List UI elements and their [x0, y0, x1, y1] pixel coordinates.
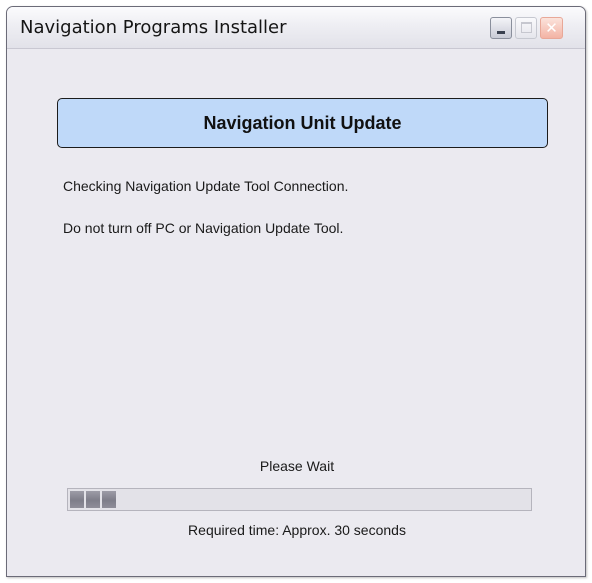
close-button[interactable]: ✕: [540, 17, 563, 39]
progress-block: [102, 491, 116, 508]
window-title: Navigation Programs Installer: [20, 17, 287, 38]
progress-bar: [67, 488, 532, 511]
minimize-icon: [497, 31, 505, 34]
close-icon: ✕: [545, 19, 558, 37]
update-banner: Navigation Unit Update: [57, 98, 548, 148]
maximize-button[interactable]: [515, 17, 537, 39]
warning-message: Do not turn off PC or Navigation Update …: [63, 220, 344, 236]
maximize-icon: [521, 22, 532, 33]
status-message: Checking Navigation Update Tool Connecti…: [63, 178, 349, 194]
minimize-button[interactable]: [490, 17, 512, 39]
required-time-label: Required time: Approx. 30 seconds: [188, 522, 406, 538]
please-wait-label: Please Wait: [259, 458, 335, 474]
progress-block: [70, 491, 84, 508]
progress-fill: [70, 491, 116, 508]
progress-block: [86, 491, 100, 508]
installer-window: Navigation Programs Installer ✕ Navigati…: [6, 6, 586, 577]
title-bar[interactable]: Navigation Programs Installer ✕: [7, 7, 585, 49]
